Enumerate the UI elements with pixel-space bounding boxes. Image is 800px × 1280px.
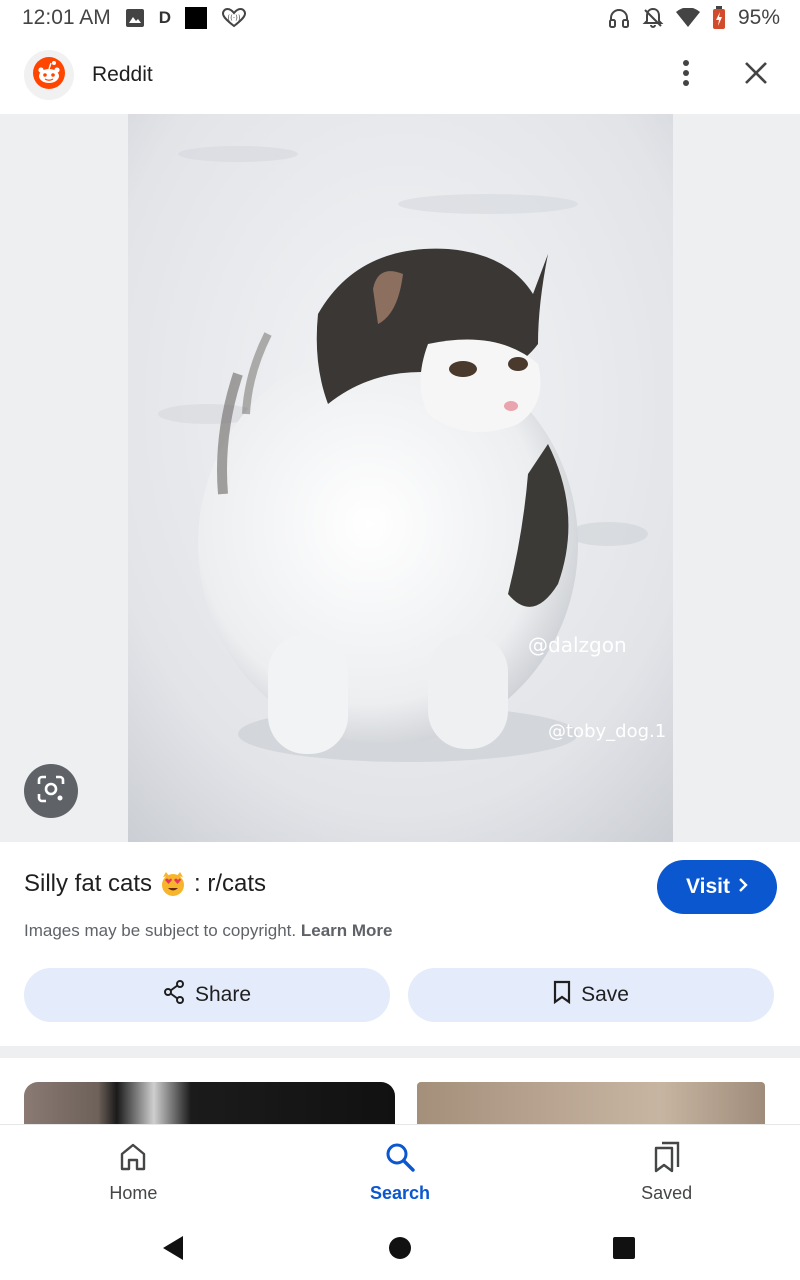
nav-search-label: Search — [369, 1183, 431, 1203]
d-notification-icon: D — [158, 8, 172, 27]
search-icon — [385, 1139, 415, 1175]
status-bar-right: 95% — [608, 6, 780, 30]
battery-percent: 95% — [737, 6, 780, 29]
visit-label: Visit — [686, 875, 730, 898]
status-bar: 12:01 AM D ((·)) 95% — [0, 0, 800, 36]
site-logo[interactable] — [24, 50, 74, 100]
image-viewer: @dalzgon @toby_dog.1 — [0, 114, 800, 842]
bookmark-icon — [553, 980, 571, 1010]
title-subreddit: : r/cats — [194, 870, 267, 897]
nav-saved[interactable]: Saved — [533, 1125, 800, 1220]
save-label: Save — [581, 983, 629, 1006]
result-header: Reddit — [0, 36, 800, 114]
nav-saved-label: Saved — [641, 1183, 693, 1203]
title-text: Silly fat cats — [24, 870, 153, 897]
copyright-notice: Images may be subject to copyright. Lear… — [24, 921, 393, 941]
related-image-thumbnail[interactable] — [24, 1082, 395, 1126]
watermark-1: @dalzgon — [528, 633, 627, 657]
notifications-off-icon — [642, 7, 664, 29]
nav-home-label: Home — [109, 1183, 158, 1203]
reddit-logo-icon — [32, 56, 66, 95]
result-info: Silly fat cats : r/cats Visit Images may… — [0, 842, 800, 1046]
back-triangle-icon — [161, 1235, 185, 1266]
nav-home[interactable]: Home — [0, 1125, 267, 1220]
share-button[interactable]: Share — [24, 968, 390, 1022]
result-title[interactable]: Silly fat cats : r/cats — [24, 870, 266, 898]
google-lens-button[interactable] — [24, 764, 78, 818]
headset-icon — [608, 7, 630, 29]
visit-button[interactable]: Visit — [657, 860, 777, 914]
learn-more-link[interactable]: Learn More — [301, 921, 393, 940]
copyright-text: Images may be subject to copyright. — [24, 921, 297, 940]
system-home-button[interactable] — [382, 1232, 418, 1268]
related-image-thumbnail[interactable] — [417, 1082, 765, 1126]
app-notification-icon — [185, 7, 208, 29]
lens-icon — [36, 774, 66, 809]
home-icon — [119, 1139, 147, 1175]
heart-eyes-cat-emoji — [160, 871, 186, 897]
system-navigation-bar — [0, 1220, 800, 1280]
system-recents-button[interactable] — [606, 1232, 642, 1268]
close-icon — [744, 61, 768, 90]
iheart-icon: ((·)) — [221, 8, 247, 28]
nav-search[interactable]: Search — [267, 1125, 534, 1220]
system-back-button[interactable] — [155, 1232, 191, 1268]
bottom-navigation: Home Search Saved — [0, 1124, 800, 1220]
gallery-icon — [125, 8, 145, 28]
section-divider — [0, 1046, 800, 1058]
save-button[interactable]: Save — [408, 968, 774, 1022]
cat-photo[interactable]: @dalzgon @toby_dog.1 — [128, 114, 673, 842]
status-time: 12:01 AM — [22, 6, 111, 29]
chevron-right-icon — [738, 875, 748, 899]
recents-square-icon — [612, 1236, 636, 1265]
svg-text:((·)): ((·)) — [227, 14, 240, 22]
wifi-icon — [675, 8, 700, 28]
home-circle-icon — [388, 1236, 412, 1265]
more-options-button[interactable] — [666, 55, 706, 95]
share-icon — [163, 980, 185, 1010]
battery-icon — [712, 6, 726, 30]
more-vert-icon — [682, 59, 690, 92]
share-label: Share — [194, 983, 252, 1006]
close-button[interactable] — [736, 55, 776, 95]
watermark-2: @toby_dog.1 — [548, 721, 666, 742]
status-bar-left: 12:01 AM D ((·)) — [22, 6, 247, 30]
saved-icon — [653, 1139, 681, 1175]
site-name[interactable]: Reddit — [92, 63, 153, 87]
